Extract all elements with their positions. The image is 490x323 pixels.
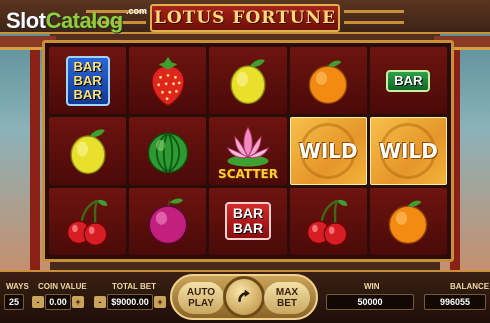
fret-ornament-right — [344, 10, 404, 24]
bar-double-symbol: BAR BAR — [224, 202, 272, 241]
win-label: WIN — [364, 282, 380, 291]
reel-cell-lemon — [49, 117, 127, 185]
reel-cell-bar-triple: BAR BAR BAR — [49, 47, 127, 115]
bar-triple-symbol: BAR BAR BAR — [65, 55, 110, 106]
total-bet-display: $9000.00 — [107, 294, 153, 310]
wild-label: WILD — [378, 138, 438, 163]
reel-cell-cherry — [289, 187, 367, 255]
game-title: LOTUS FORTUNE — [153, 8, 337, 28]
auto-play-button[interactable]: AUTO PLAY — [178, 282, 224, 314]
reel-cell-orange — [369, 187, 447, 255]
reel-cell-orange — [289, 47, 367, 115]
bar-single-symbol: BAR — [386, 69, 431, 92]
scatter-label: SCATTER — [218, 166, 278, 181]
ways-label: WAYS — [6, 282, 29, 291]
coin-value-increase-button[interactable]: + — [72, 296, 84, 308]
plum-icon — [148, 198, 188, 245]
win-display: 50000 — [326, 294, 414, 310]
reel-cell-bar-double: BAR BAR — [209, 187, 287, 255]
logo-suffix: .com — [126, 6, 148, 16]
balance-display: 996055 — [424, 294, 486, 310]
logo-accent: Catalog — [45, 8, 124, 33]
coin-value-decrease-button[interactable]: - — [32, 296, 44, 308]
ways-value: 25 — [4, 294, 24, 310]
coin-value-display: 0.00 — [45, 294, 71, 310]
lotus-flower-icon — [226, 126, 270, 167]
reel-cell-plum — [129, 187, 207, 255]
orange-icon — [308, 60, 348, 104]
strawberry-icon — [151, 56, 185, 106]
game-title-plate: LOTUS FORTUNE — [150, 4, 340, 32]
watermark-logo: SlotCatalog — [6, 8, 123, 34]
reel-cell-lemon — [209, 47, 287, 115]
wild-label: WILD — [298, 138, 358, 163]
reel-cell-bar-single: BAR — [369, 47, 447, 115]
reel-cell-wild: WILD — [289, 117, 367, 185]
reel-area: BAR BAR BAR BAR SCATTER WILD WILD BAR BA… — [42, 40, 454, 262]
balance-label: BALANCE — [450, 282, 490, 291]
reel-cell-scatter: SCATTER — [209, 117, 287, 185]
total-bet-increase-button[interactable]: + — [154, 296, 166, 308]
orange-icon — [389, 200, 428, 245]
spin-button[interactable] — [223, 276, 265, 318]
total-bet-label: TOTAL BET — [112, 282, 156, 291]
cherry-icon — [66, 199, 107, 247]
coin-value-label: COIN VALUE — [38, 282, 87, 291]
reel-cell-wild: WILD — [369, 117, 447, 185]
pillar-left — [30, 50, 40, 280]
logo-main: Slot — [6, 8, 46, 33]
lemon-icon — [230, 59, 266, 104]
top-rail: SlotCatalog .com LOTUS FORTUNE — [0, 0, 490, 34]
spin-console: AUTO PLAY MAX BET — [170, 274, 318, 320]
reel-grid: BAR BAR BAR BAR SCATTER WILD WILD BAR BA… — [49, 47, 447, 255]
reel-cell-watermelon — [129, 117, 207, 185]
max-bet-button[interactable]: MAX BET — [264, 282, 310, 314]
lemon-icon — [70, 129, 106, 175]
cherry-icon — [306, 199, 348, 247]
reel-cell-strawberry — [129, 47, 207, 115]
reel-cell-cherry — [49, 187, 127, 255]
total-bet-decrease-button[interactable]: - — [94, 296, 106, 308]
spin-arrow-icon — [238, 289, 250, 302]
watermelon-icon — [147, 132, 189, 174]
